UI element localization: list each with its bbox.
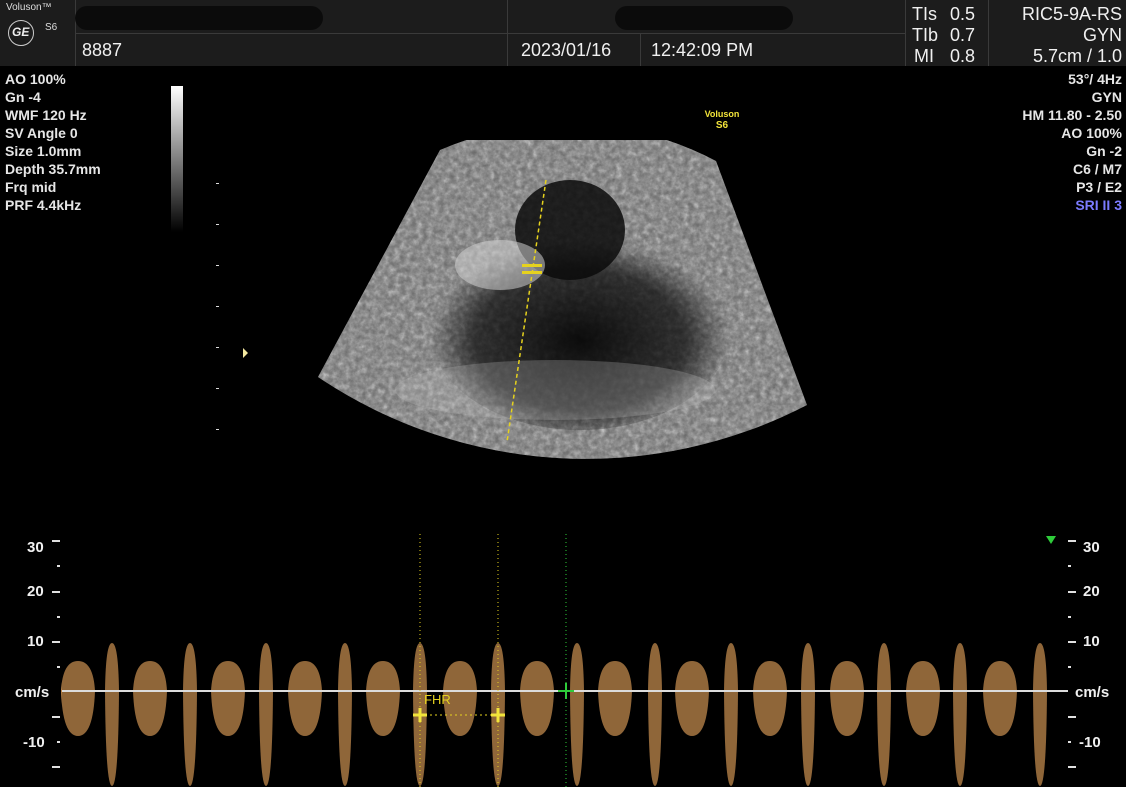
param-sri: SRI II 3	[1075, 197, 1122, 213]
watermark-model: S6	[715, 120, 729, 131]
scale-tick	[1068, 741, 1071, 743]
redacted-patient-name	[75, 6, 323, 30]
scale-tick	[1068, 540, 1076, 542]
tis-value: 0.5	[950, 4, 976, 24]
fhr-label: FHR	[424, 692, 451, 707]
param-ao-right: AO 100%	[1061, 125, 1122, 141]
scale-tick	[1068, 565, 1071, 567]
scale-label-30: 30	[27, 539, 44, 556]
depth-scale	[216, 183, 248, 430]
scale-label-neg10: -10	[23, 734, 45, 751]
patient-id: 8887	[82, 40, 123, 60]
param-sv-angle: SV Angle 0	[5, 125, 78, 141]
sweep-marker-icon	[1046, 536, 1056, 544]
param-c-m: C6 / M7	[1072, 161, 1122, 177]
scale-label-30-right: 30	[1083, 539, 1100, 556]
left-parameter-panel: AO 100% Gn -4 WMF 120 Hz SV Angle 0 Size…	[5, 70, 101, 214]
watermark-brand: Voluson	[704, 109, 740, 119]
scale-label-20: 20	[27, 583, 44, 600]
logo-model: S6	[45, 22, 58, 33]
divider	[640, 33, 641, 66]
scale-tick	[57, 616, 60, 618]
probe-name: RIC5-9A-RS	[1021, 4, 1122, 24]
param-ao: AO 100%	[5, 71, 66, 87]
scale-tick	[52, 641, 60, 643]
tib-value: 0.7	[950, 25, 976, 45]
scale-tick	[57, 741, 60, 743]
tib-label: TIb	[912, 25, 939, 45]
scale-tick	[1068, 641, 1076, 643]
exam-time: 12:42:09 PM	[651, 40, 754, 60]
divider	[507, 0, 508, 66]
focus-marker-icon	[243, 348, 248, 358]
doppler-spectrum-panel	[52, 534, 1076, 787]
param-frequency: Frq mid	[5, 179, 57, 195]
ge-logo-icon: GE	[8, 20, 34, 46]
sample-volume-gate[interactable]	[522, 264, 542, 267]
header-bar: Voluson™ S6 GE 8887 2023/01/16 12:42:09 …	[0, 0, 1126, 66]
voluson-watermark: Voluson S6	[700, 109, 744, 131]
logo-emblem: GE	[12, 25, 30, 39]
scale-label-10: 10	[27, 633, 44, 650]
grayscale-bar	[171, 86, 183, 232]
scale-label-unit-right: cm/s	[1075, 684, 1110, 701]
scale-tick	[1068, 766, 1076, 768]
scale-label-20-right: 20	[1083, 583, 1100, 600]
param-preset: GYN	[1091, 89, 1122, 105]
ultrasound-image	[318, 140, 807, 459]
scale-tick	[52, 766, 60, 768]
exam-date: 2023/01/16	[521, 40, 612, 60]
scale-tick	[1068, 666, 1071, 668]
tis-label: TIs	[912, 4, 937, 24]
logo-brand: Voluson™	[6, 2, 52, 13]
spectrum-trace	[61, 640, 1068, 787]
param-prf: PRF 4.4kHz	[5, 197, 82, 213]
scale-tick	[57, 666, 60, 668]
scale-tick	[52, 716, 60, 718]
param-size: Size 1.0mm	[5, 143, 82, 159]
scale-tick	[52, 591, 60, 593]
divider	[988, 0, 989, 66]
param-gain: Gn -4	[5, 89, 41, 105]
scale-tick	[57, 565, 60, 567]
mi-value: 0.8	[950, 46, 976, 66]
sector-scan	[318, 140, 807, 459]
spectrum-noise	[62, 640, 1068, 787]
preset-name: GYN	[1082, 25, 1122, 45]
depth-zoom: 5.7cm / 1.0	[1032, 46, 1122, 66]
scale-tick	[1068, 591, 1076, 593]
scale-tick	[1068, 716, 1076, 718]
param-hm: HM 11.80 - 2.50	[1022, 107, 1122, 123]
scale-label-unit: cm/s	[15, 684, 50, 701]
redacted-hospital-name	[615, 6, 793, 30]
param-p-e: P3 / E2	[1076, 179, 1122, 195]
param-gain-right: Gn -2	[1086, 143, 1122, 159]
right-parameter-panel: 53°/ 4Hz GYN HM 11.80 - 2.50 AO 100% Gn …	[1022, 70, 1122, 214]
scale-label-neg10-right: -10	[1079, 734, 1101, 751]
scale-tick	[1068, 616, 1071, 618]
divider	[75, 33, 905, 34]
sample-volume-gate[interactable]	[522, 271, 542, 274]
scale-label-10-right: 10	[1083, 633, 1100, 650]
param-wmf: WMF 120 Hz	[5, 107, 87, 123]
divider	[905, 0, 906, 66]
param-depth: Depth 35.7mm	[5, 161, 101, 177]
mi-label: MI	[914, 46, 934, 66]
param-angle-rate: 53°/ 4Hz	[1068, 71, 1122, 87]
scale-tick	[52, 540, 60, 542]
